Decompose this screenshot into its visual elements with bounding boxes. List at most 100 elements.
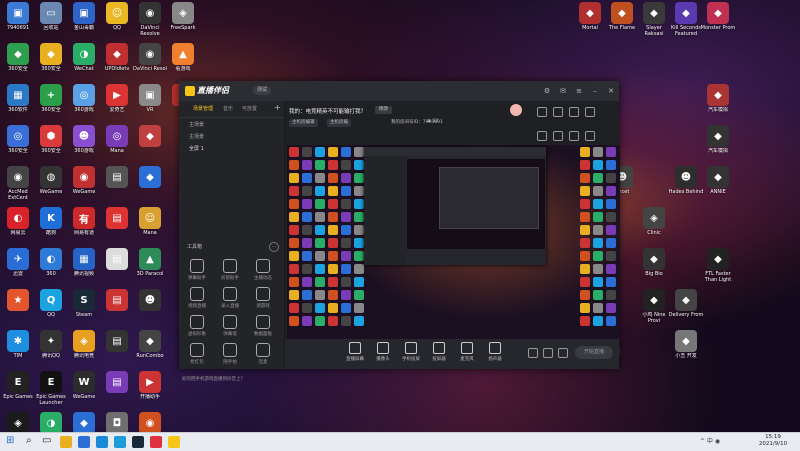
desktop-shortcut[interactable] <box>668 207 704 246</box>
desktop-shortcut[interactable]: ◎ 360安全 <box>0 125 36 164</box>
desktop-shortcut[interactable]: ◆ Kill Seconds Featured <box>668 2 704 41</box>
desktop-shortcut[interactable]: ◆ RunCombo <box>132 330 168 369</box>
app-icon[interactable] <box>96 436 108 448</box>
tool-button[interactable]: 连麦 <box>248 343 278 369</box>
desktop-shortcut[interactable]: ◉ WeGame <box>66 166 102 205</box>
desktop-shortcut[interactable]: ⬢ 360安全 <box>33 125 69 164</box>
desktop-shortcut[interactable]: ☻ <box>132 289 168 328</box>
desktop-shortcut[interactable]: W WeGame <box>66 371 102 410</box>
desktop-shortcut[interactable]: ✱ TIM <box>0 330 36 369</box>
desktop-shortcut[interactable]: ◆ UPDIdletv <box>99 43 135 82</box>
desktop-shortcut[interactable]: ◆ 360安全 <box>0 43 36 82</box>
desktop-shortcut[interactable]: K 酷狗 <box>33 207 69 246</box>
app-icon[interactable] <box>150 436 162 448</box>
desktop-shortcut[interactable]: E Epic Games Launcher <box>33 371 69 410</box>
edit-title-button[interactable]: 修改 <box>375 106 392 114</box>
task-view-icon[interactable]: ▭ <box>42 435 51 446</box>
scene-item-active[interactable]: 全屏 1 <box>189 145 204 154</box>
desktop-shortcut[interactable]: ◆ ANNIE <box>700 166 736 205</box>
live-companion-taskbar-icon[interactable] <box>168 436 180 448</box>
tool-button[interactable]: 弹幕墙 <box>215 315 245 341</box>
desktop-shortcut[interactable] <box>700 289 736 328</box>
desktop-shortcut[interactable]: ◈ Clinic <box>636 207 672 246</box>
desktop-shortcut[interactable]: ▲ 看游戏 <box>165 43 201 82</box>
desktop-shortcut[interactable] <box>700 207 736 246</box>
file-explorer-icon[interactable] <box>60 436 72 448</box>
desktop-shortcut[interactable]: ◆ <box>132 125 168 164</box>
tool-button[interactable]: 视频直播 <box>182 287 212 313</box>
layout-icon[interactable] <box>553 131 563 141</box>
desktop-shortcut[interactable]: ▤ <box>99 248 135 287</box>
help-tip-link[interactable]: 如何把手机游戏直播到抖音上？ <box>182 376 245 382</box>
tool-button[interactable]: 随手拍 <box>215 343 245 369</box>
tool-button[interactable]: 抢红包 <box>182 343 212 369</box>
desktop-shortcut[interactable] <box>572 43 608 82</box>
tool-button[interactable]: 调游戏 <box>248 287 278 313</box>
refresh-icon[interactable] <box>569 131 579 141</box>
system-tray[interactable]: ^ 中 ◉ <box>700 436 720 445</box>
scene-item[interactable]: 主场景 <box>189 121 204 130</box>
desktop-shortcut[interactable]: ◐ 网易云 <box>0 207 36 246</box>
tab-scenes[interactable]: 场景管理 <box>193 105 213 112</box>
source-button[interactable]: 手机投屏 <box>399 342 423 362</box>
desktop-shortcut[interactable] <box>636 125 672 164</box>
stream-preview[interactable] <box>287 145 620 355</box>
desktop-shortcut[interactable]: ◆ 汽车模拟 <box>700 125 736 164</box>
version-badge[interactable]: 测试 <box>253 86 272 95</box>
store-icon[interactable] <box>78 436 90 448</box>
mail-icon[interactable]: ✉ <box>559 87 567 95</box>
desktop-shortcut[interactable]: ▣ 金山毒霸 <box>66 2 102 41</box>
camera-settings-icon[interactable] <box>528 348 538 358</box>
desktop-shortcut[interactable]: +360安全 <box>33 84 69 123</box>
source-button[interactable]: 投屏器 <box>427 342 451 362</box>
desktop-shortcut[interactable]: ◆ 360安全 <box>33 43 69 82</box>
desktop-shortcut[interactable]: ◍ WeGame <box>33 166 69 205</box>
desktop-shortcut[interactable]: ☺ QQ <box>99 2 135 41</box>
source-button[interactable]: 麦克风 <box>455 342 479 362</box>
desktop-shortcut[interactable]: ▶ 开播助手 <box>132 371 168 410</box>
tab-placeable[interactable]: 可放置 <box>242 105 257 112</box>
share-icon[interactable] <box>585 131 595 141</box>
desktop-shortcut[interactable]: ▤ <box>99 207 135 246</box>
desktop-shortcut[interactable]: ▤ <box>99 289 135 328</box>
desktop-shortcut[interactable]: ◆ FTL Faster Than Light <box>700 248 736 287</box>
share-icon[interactable] <box>569 107 579 117</box>
desktop-shortcut[interactable]: ▤ <box>99 371 135 410</box>
room-edit-chip[interactable]: 主机房编 <box>327 119 351 127</box>
desktop-shortcut[interactable] <box>668 84 704 123</box>
desktop-shortcut[interactable]: ✦ 腾讯QQ <box>33 330 69 369</box>
desktop-shortcut[interactable]: 有网易有道 <box>66 207 102 246</box>
desktop-shortcut[interactable]: ▲ 3D Paracol <box>132 248 168 287</box>
desktop-shortcut[interactable]: ◈ 腾讯电竞 <box>66 330 102 369</box>
desktop-shortcut[interactable]: ◉ AccMed ExtCent <box>0 166 36 205</box>
desktop-shortcut[interactable]: ◆ Mortal <box>572 2 608 41</box>
source-button[interactable]: 摄像头 <box>371 342 395 362</box>
desktop-shortcut[interactable] <box>604 43 640 82</box>
avatar[interactable] <box>510 104 522 116</box>
desktop-shortcut[interactable]: ◆ Delivery From <box>668 289 704 328</box>
desktop-shortcut[interactable]: ◆ Monster Prom <box>700 2 736 41</box>
gift-icon[interactable] <box>553 107 563 117</box>
tool-button[interactable]: 录入直播 <box>215 287 245 313</box>
desktop-shortcut[interactable]: ◉ DaVinci Resolve <box>132 2 168 41</box>
tab-music[interactable]: 音乐 <box>223 105 233 112</box>
desktop-shortcut[interactable] <box>636 43 672 82</box>
close-icon[interactable]: ✕ <box>607 87 615 95</box>
start-live-button[interactable]: 开始直播 <box>575 346 613 359</box>
desktop-shortcut[interactable]: ▭ 回收站 <box>33 2 69 41</box>
desktop-shortcut[interactable]: ◎ 360游戏 <box>66 84 102 123</box>
desktop-shortcut[interactable]: ◐ 360 <box>33 248 69 287</box>
windows-start-icon[interactable]: ⊞ <box>6 435 14 446</box>
desktop-shortcut[interactable] <box>668 43 704 82</box>
gear-icon[interactable] <box>558 348 568 358</box>
desktop-shortcut[interactable]: ✈ 迅雷 <box>0 248 36 287</box>
notification-icon[interactable] <box>537 107 547 117</box>
desktop-shortcut[interactable] <box>700 330 736 369</box>
desktop-shortcut[interactable]: ◎ Mana <box>99 125 135 164</box>
desktop-shortcut[interactable] <box>636 166 672 205</box>
search-icon[interactable]: ⌕ <box>26 435 32 446</box>
add-scene-button[interactable]: + <box>274 103 281 112</box>
desktop-shortcut[interactable]: ◆ 小鸡 Nine Provi <box>636 289 672 328</box>
source-button[interactable]: 扬声器 <box>483 342 507 362</box>
minimize-icon[interactable]: – <box>591 87 599 95</box>
